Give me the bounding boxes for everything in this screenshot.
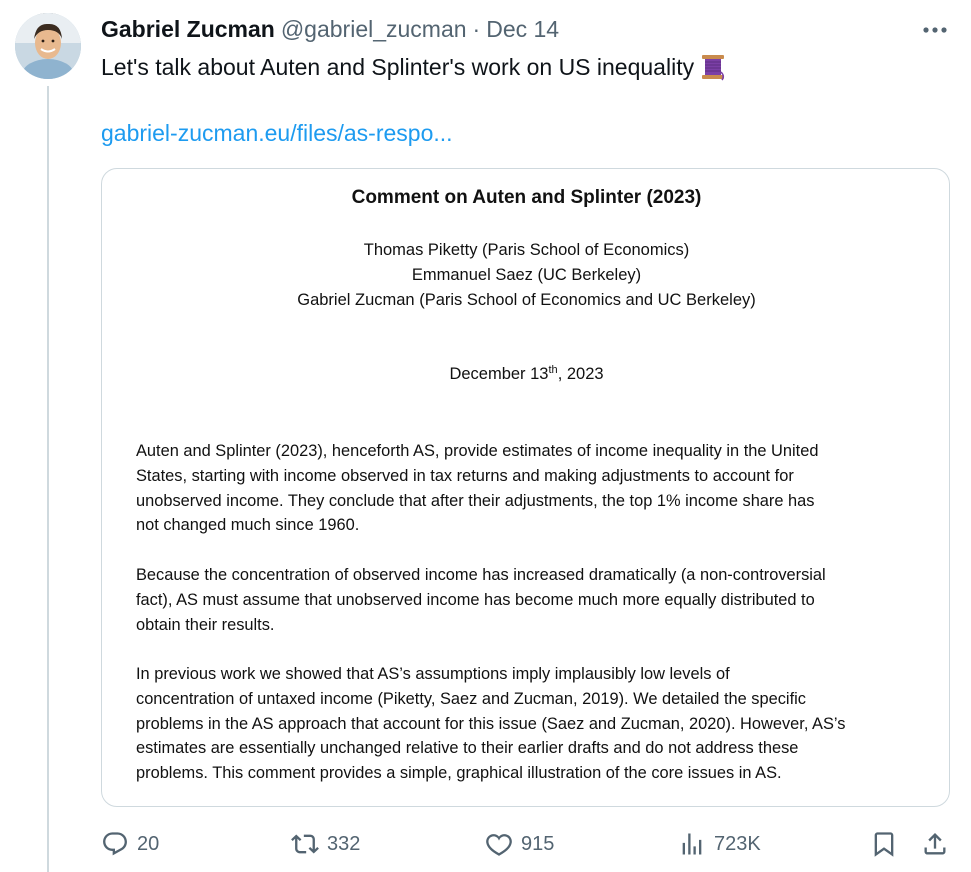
paragraph-line: Because the concentration of observed in… — [136, 566, 826, 584]
document-author: Gabriel Zucman (Paris School of Economic… — [297, 291, 756, 309]
author-handle[interactable]: @gabriel_zucman — [281, 16, 467, 43]
bookmark-icon — [874, 832, 894, 857]
document-paragraph: In previous work we showed that AS’s ass… — [136, 662, 936, 786]
bookmark-button[interactable] — [870, 822, 898, 866]
paragraph-line: estimates are essentially unchanged rela… — [136, 739, 799, 758]
tweet-date[interactable]: Dec 14 — [486, 16, 559, 43]
tweet-text: Let's talk about Auten and Splinter's wo… — [101, 52, 726, 82]
document-paragraph: Auten and Splinter (2023), henceforth AS… — [136, 439, 936, 538]
separator-dot: · — [472, 15, 481, 42]
like-button[interactable]: 915 — [485, 822, 554, 866]
paragraph-line: concentration of untaxed income (Piketty… — [136, 689, 806, 708]
document-preview-card[interactable]: Comment on Auten and Splinter (2023) Tho… — [101, 168, 950, 807]
action-bar: 20 332 915 723K — [0, 822, 971, 866]
thread-line — [47, 86, 49, 872]
views-count: 723K — [714, 832, 761, 855]
document-page: Comment on Auten and Splinter (2023) Tho… — [102, 169, 949, 806]
repost-icon — [291, 834, 319, 854]
document-date-ordinal: th — [548, 364, 558, 376]
views-chart-icon — [682, 833, 702, 855]
avatar-photo — [15, 13, 81, 79]
tweet-header: Gabriel Zucman @gabriel_zucman · Dec 14 — [101, 14, 559, 44]
paragraph-line: Auten and Splinter (2023), henceforth AS… — [136, 442, 819, 460]
reply-icon — [103, 832, 127, 856]
share-button[interactable] — [921, 822, 949, 866]
paragraph-line: problems. This comment provides a simple… — [136, 764, 782, 783]
avatar[interactable] — [15, 13, 81, 79]
document-title: Comment on Auten and Splinter (2023) — [351, 187, 702, 208]
paragraph-line: problems in the AS approach that account… — [136, 714, 846, 733]
document-author: Emmanuel Saez (UC Berkeley) — [411, 266, 642, 284]
document-paragraph: Because the concentration of observed in… — [136, 563, 936, 637]
repost-count: 332 — [327, 832, 361, 855]
paragraph-line: not changed much since 1960. — [136, 516, 360, 535]
heart-icon — [486, 834, 512, 856]
thread-spool-icon — [700, 52, 726, 82]
views-button[interactable]: 723K — [678, 822, 761, 866]
paragraph-line: States, starting with income observed in… — [136, 466, 794, 485]
document-date-year: , 2023 — [557, 365, 604, 383]
tweet-text-content: Let's talk about Auten and Splinter's wo… — [101, 54, 695, 80]
share-icon — [924, 833, 946, 855]
document-date: December 13th, 2023 — [102, 364, 949, 384]
tweet: Gabriel Zucman @gabriel_zucman · Dec 14 … — [0, 0, 971, 872]
paragraph-line: obtain their results. — [136, 615, 275, 634]
paragraph-line: unobserved income. They conclude that af… — [136, 491, 815, 510]
paragraph-line: fact), AS must assume that unobserved in… — [136, 590, 815, 609]
more-options-icon[interactable] — [918, 16, 952, 44]
paragraph-line: In previous work we showed that AS’s ass… — [136, 665, 730, 683]
document-date-month-day: December 13 — [449, 365, 549, 383]
reply-count: 20 — [137, 832, 160, 855]
like-count: 915 — [521, 832, 555, 855]
tweet-link[interactable]: gabriel-zucman.eu/files/as-respo... — [101, 118, 453, 148]
author-name[interactable]: Gabriel Zucman — [101, 16, 275, 43]
reply-button[interactable]: 20 — [101, 822, 159, 866]
document-author: Thomas Piketty (Paris School of Economic… — [363, 241, 690, 259]
repost-button[interactable]: 332 — [291, 822, 360, 866]
